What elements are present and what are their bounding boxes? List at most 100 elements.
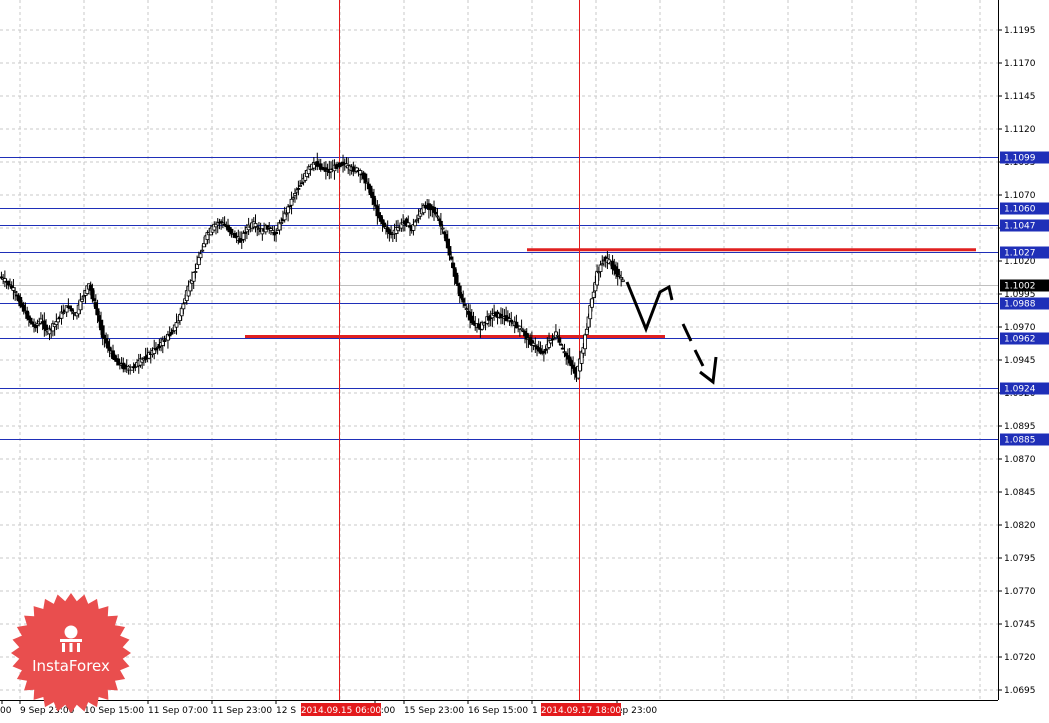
candle-bear (90, 288, 95, 300)
time-label: ep 23:00 (617, 706, 657, 716)
candle-bear (461, 298, 466, 303)
price-label: 1.0870 (1004, 455, 1036, 465)
logo-text: InstaForex (32, 657, 110, 675)
level-badge-label: 1.0988 (1004, 300, 1036, 310)
candle-bull (253, 222, 258, 228)
candle-bear (456, 283, 460, 287)
candle-bull (241, 232, 246, 240)
vertical-marker-label: 2014.09.15 06:00 (301, 706, 382, 716)
candle-bear (274, 231, 278, 235)
level-badge-label: 1.1099 (1004, 154, 1036, 164)
time-label: 1 (532, 706, 538, 716)
candle-bear (372, 195, 376, 205)
candle-bull (562, 351, 567, 354)
candle-bull (193, 271, 198, 273)
candle-bear (437, 218, 442, 222)
candle-bull (198, 253, 203, 259)
candle-bull (191, 272, 196, 282)
candle-bull (179, 307, 184, 317)
price-label: 1.0770 (1004, 587, 1036, 597)
candle-bear (509, 319, 514, 323)
candle-bull (598, 264, 603, 272)
candle-bull (289, 198, 294, 206)
level-badge-label: 1.0885 (1004, 436, 1036, 446)
candle-bull (291, 197, 296, 200)
candle-bull (61, 312, 66, 315)
vertical-marker-label: 2014.09.17 18:00 (541, 706, 622, 716)
candle-bear (92, 298, 97, 301)
horizontal-levels (0, 157, 998, 440)
candle-bull (181, 303, 186, 310)
price-label: 1.1120 (1004, 125, 1036, 135)
price-axis-labels: 1.11951.11701.11451.11201.10951.10701.10… (998, 26, 1036, 696)
price-label: 1.1195 (1004, 26, 1036, 36)
candle-bear (299, 182, 304, 185)
candle-bear (69, 308, 74, 312)
candle-bear (463, 304, 467, 306)
candle-bear (433, 211, 438, 215)
candle-bear (30, 321, 35, 325)
candle-bear (102, 334, 107, 339)
candle-bull (286, 206, 291, 214)
candle-bear (541, 350, 546, 354)
price-label: 1.0895 (1004, 422, 1036, 432)
candle-bear (557, 337, 562, 343)
projection-arrows (625, 281, 718, 385)
price-label: 1.1070 (1004, 191, 1036, 201)
candle-bear (432, 206, 436, 213)
time-label: 12 S (276, 706, 296, 716)
candle-bear (363, 173, 368, 184)
price-label: 1.0745 (1004, 620, 1036, 630)
axes (0, 0, 999, 701)
level-badge-label: 1.0924 (1004, 385, 1036, 395)
candle-bear (167, 334, 172, 337)
chart-stage: 1.11951.11701.11451.11201.10951.10701.10… (0, 0, 1049, 723)
candle-bull (298, 185, 303, 187)
candle-bear (454, 272, 459, 284)
candle-bull (620, 279, 625, 282)
time-label: 11 Sep 07:00 (148, 706, 208, 716)
candle-bear (560, 347, 565, 350)
time-label: 16 Sep 15:00 (468, 706, 528, 716)
price-chart[interactable]: 1.11951.11701.11451.11201.10951.10701.10… (0, 0, 1049, 723)
candle-bull (440, 227, 445, 230)
candle-bull (583, 334, 587, 350)
time-label: 15 Sep 23:00 (404, 706, 464, 716)
price-label: 1.1170 (1004, 59, 1036, 69)
candle-bear (68, 305, 72, 309)
logo-seal-icon: InstaForex (11, 593, 131, 713)
candle-bear (449, 256, 454, 260)
level-badge-label: 1.1060 (1004, 205, 1036, 215)
candle-bull (11, 287, 16, 291)
instaforex-logo: InstaForex (10, 592, 132, 714)
candle-bull (531, 342, 536, 346)
projection-dash (693, 349, 705, 367)
candle-bear (451, 262, 455, 269)
price-label: 1.0795 (1004, 554, 1036, 564)
candle-bear (243, 232, 248, 234)
candle-bull (591, 291, 596, 298)
candle-bull (279, 222, 284, 225)
level-badges: 1.1099 1.1060 1.1047 1.1027 1.0988 1.0962 1.09… (301, 151, 1049, 716)
price-label: 1.0695 (1004, 686, 1036, 696)
candle-bear (447, 246, 452, 256)
candle-bull (584, 328, 589, 336)
candle-bull (548, 340, 553, 344)
candle-bear (107, 346, 112, 351)
candle-bull (81, 295, 86, 298)
candle-bear (93, 302, 98, 309)
candle-bear (296, 187, 301, 190)
candle-bear (21, 304, 26, 312)
candle-bear (459, 293, 464, 299)
candle-bear (543, 348, 548, 351)
price-label: 1.0945 (1004, 356, 1036, 366)
candle-bear (95, 308, 100, 316)
candle-bull (176, 320, 181, 324)
candle-bull (13, 290, 18, 293)
price-label: 1.0820 (1004, 521, 1036, 531)
candle-bull (600, 263, 605, 266)
candle-bear (154, 348, 158, 351)
candle-bull (255, 226, 260, 229)
candle-bear (287, 205, 292, 208)
candle-bear (162, 340, 167, 342)
